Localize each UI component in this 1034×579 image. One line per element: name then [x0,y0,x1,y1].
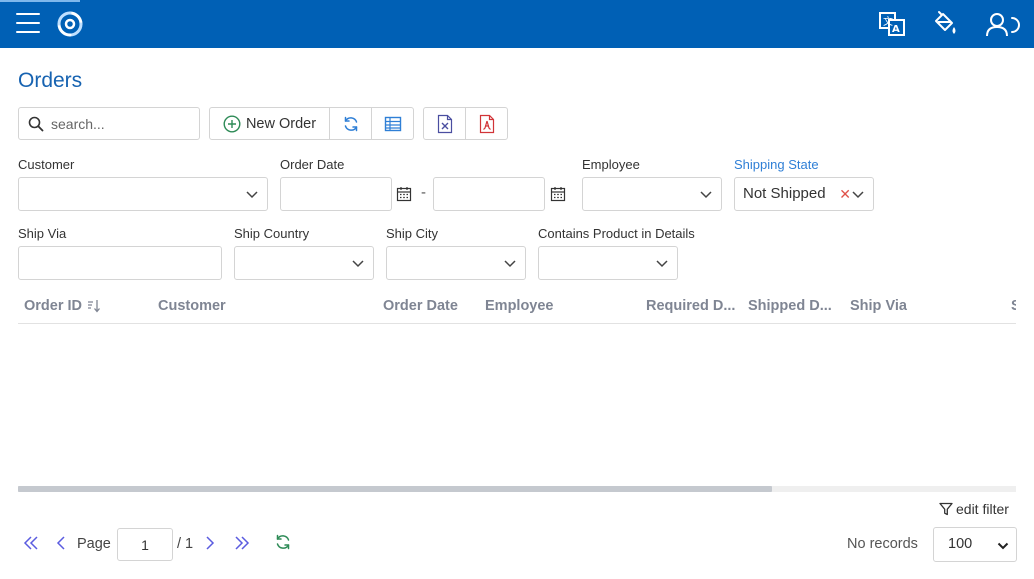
scrollbar-thumb[interactable] [18,486,772,492]
column-header-label: Order ID [24,298,83,314]
chevron-down-icon [504,260,516,268]
column-header-employee[interactable]: Employee [485,298,554,314]
ship-via-filter-label: Ship Via [18,226,67,241]
toolbar-button-group: New Order [209,107,414,140]
records-status: No records [847,536,918,552]
calendar-icon[interactable] [396,186,412,202]
column-header-shipped-date[interactable]: Shipped D... [748,298,832,314]
edit-filter-link[interactable]: edit filter [939,501,1009,517]
excel-icon [437,114,452,133]
last-page-icon[interactable] [234,535,250,551]
loading-progress-bar [0,0,80,2]
next-page-icon[interactable] [204,535,216,551]
order-date-filter-label: Order Date [280,157,345,172]
previous-page-icon[interactable] [55,535,67,551]
theme-icon[interactable] [930,10,960,38]
column-header-order-id[interactable]: Order ID [24,298,101,314]
grid-header: Order ID Customer Order Date Employee Re… [18,290,1016,324]
total-pages-label: / 1 [177,536,194,552]
search-icon [28,116,44,132]
employee-filter-label: Employee [582,157,640,172]
column-header-ship-via[interactable]: Ship Via [850,298,907,314]
shipping-state-filter-label: Shipping State [734,157,819,172]
ship-via-filter-input[interactable] [18,246,222,280]
grid-body [18,325,1016,485]
ship-country-filter-select[interactable] [234,246,374,280]
customer-filter-label: Customer [18,157,75,172]
date-range-separator: - [421,184,426,201]
column-header-customer[interactable]: Customer [158,298,226,314]
first-page-icon[interactable] [23,535,39,551]
column-header-truncated[interactable]: S [1011,298,1016,314]
clear-icon[interactable]: ✕ [839,186,851,203]
reload-icon[interactable] [274,533,292,551]
chevron-down-icon [656,260,668,268]
excel-export-button[interactable] [424,108,466,139]
top-bar: 文 A [0,0,1034,48]
shipping-state-filter-value: Not Shipped [743,185,826,202]
chevron-down-icon [700,191,712,199]
search-input[interactable] [51,114,191,134]
order-date-to-input[interactable] [433,177,545,211]
user-icon[interactable] [984,10,1022,38]
page-label: Page [77,536,111,552]
menu-icon[interactable] [16,13,40,35]
shipping-state-filter-select[interactable]: Not Shipped ✕ [734,177,874,211]
calendar-icon[interactable] [550,186,566,202]
new-order-button[interactable]: New Order [210,108,330,139]
sort-descending-icon [88,300,101,313]
chevron-down-icon [852,191,864,199]
pdf-icon [479,114,494,133]
customer-filter-select[interactable] [18,177,268,211]
refresh-button[interactable] [330,108,372,139]
chevron-down-icon [352,260,364,268]
order-date-from-input[interactable] [280,177,392,211]
export-button-group [423,107,508,140]
ship-country-filter-label: Ship Country [234,226,310,241]
contains-product-filter-label: Contains Product in Details [538,226,695,241]
pdf-export-button[interactable] [466,108,507,139]
refresh-icon [344,116,357,131]
new-order-label: New Order [245,115,317,132]
translate-icon[interactable]: 文 A [877,10,907,38]
search-box[interactable] [18,107,200,140]
filter-icon [939,502,953,516]
employee-filter-select[interactable] [582,177,722,211]
chevron-down-icon [246,191,258,199]
page-size-select[interactable]: 100 [933,527,1017,562]
contains-product-filter-select[interactable] [538,246,678,280]
edit-filter-label: edit filter [956,501,1009,517]
horizontal-scrollbar[interactable] [18,486,1016,492]
column-header-order-date[interactable]: Order Date [383,298,458,314]
add-icon [223,114,241,133]
logo-icon[interactable] [56,10,84,38]
ship-city-filter-select[interactable] [386,246,526,280]
column-picker-button[interactable] [372,108,413,139]
ship-city-filter-label: Ship City [386,226,439,241]
svg-text:A: A [892,24,900,35]
chevron-down-icon [997,542,1009,550]
column-picker-icon [384,116,401,131]
column-header-required-date[interactable]: Required D... [646,298,735,314]
page-title: Orders [18,69,83,92]
page-size-value: 100 [948,536,973,552]
page-number-input[interactable] [117,528,173,561]
